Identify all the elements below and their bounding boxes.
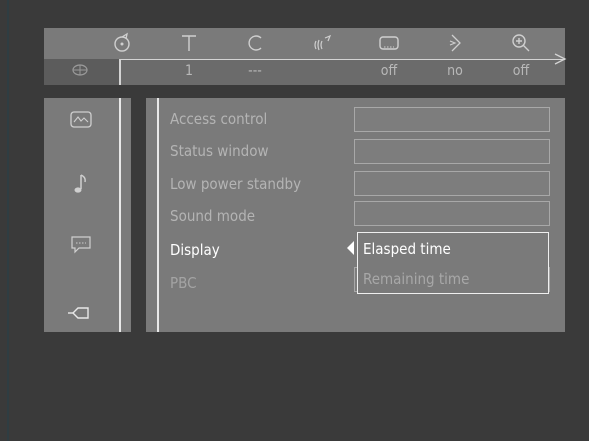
chapter-icon[interactable] bbox=[244, 32, 266, 54]
arrow-right-icon bbox=[554, 53, 567, 65]
setup-category-sidebar bbox=[44, 98, 131, 332]
zoom-icon[interactable] bbox=[510, 32, 532, 54]
picture-settings-icon[interactable] bbox=[64, 107, 98, 133]
subtitle-value: off bbox=[380, 63, 398, 79]
dvd-setup-screen: 1 --- off no off Access control Status w… bbox=[0, 0, 589, 441]
access-control-value-box[interactable] bbox=[354, 107, 550, 132]
selection-pointer-icon bbox=[347, 241, 354, 255]
angle-value: no bbox=[447, 63, 463, 79]
chapter-value: --- bbox=[248, 63, 262, 79]
display-option-elapsed-time[interactable]: Elasped time bbox=[363, 236, 451, 262]
title-icon[interactable] bbox=[178, 32, 200, 54]
menu-item-sound-mode[interactable]: Sound mode bbox=[170, 204, 255, 228]
status-window-value-box[interactable] bbox=[354, 139, 550, 164]
menu-item-access-control[interactable]: Access control bbox=[170, 107, 267, 131]
zoom-value: off bbox=[512, 63, 530, 79]
disc-icon[interactable] bbox=[111, 32, 133, 54]
sidebar-divider bbox=[119, 98, 121, 332]
top-divider bbox=[119, 59, 121, 85]
sound-mode-value-box[interactable] bbox=[354, 201, 550, 226]
menu-item-display[interactable]: Display bbox=[170, 238, 220, 262]
subtitle-icon[interactable] bbox=[378, 32, 400, 54]
panel-divider bbox=[157, 98, 159, 332]
features-settings-icon[interactable] bbox=[64, 300, 98, 326]
title-value: 1 bbox=[184, 63, 193, 79]
angle-icon[interactable] bbox=[444, 32, 466, 54]
audio-icon[interactable] bbox=[312, 32, 334, 54]
display-options-popup: Elasped time Remaining time bbox=[357, 232, 549, 294]
features-settings-panel: Access control Status window Low power s… bbox=[146, 98, 565, 332]
language-settings-icon[interactable] bbox=[64, 232, 98, 258]
screen-edge bbox=[7, 0, 9, 441]
menu-item-status-window[interactable]: Status window bbox=[170, 139, 269, 163]
display-option-remaining-time[interactable]: Remaining time bbox=[363, 266, 469, 292]
menu-item-low-power-standby[interactable]: Low power standby bbox=[170, 172, 301, 196]
menu-item-pbc[interactable]: PBC bbox=[170, 271, 197, 295]
value-row bbox=[44, 59, 565, 85]
disc-menu-icon bbox=[72, 64, 88, 76]
top-separator bbox=[119, 59, 565, 60]
low-power-standby-value-box[interactable] bbox=[354, 171, 550, 196]
top-status-bar: 1 --- off no off bbox=[44, 28, 567, 85]
audio-settings-icon[interactable] bbox=[64, 171, 98, 197]
